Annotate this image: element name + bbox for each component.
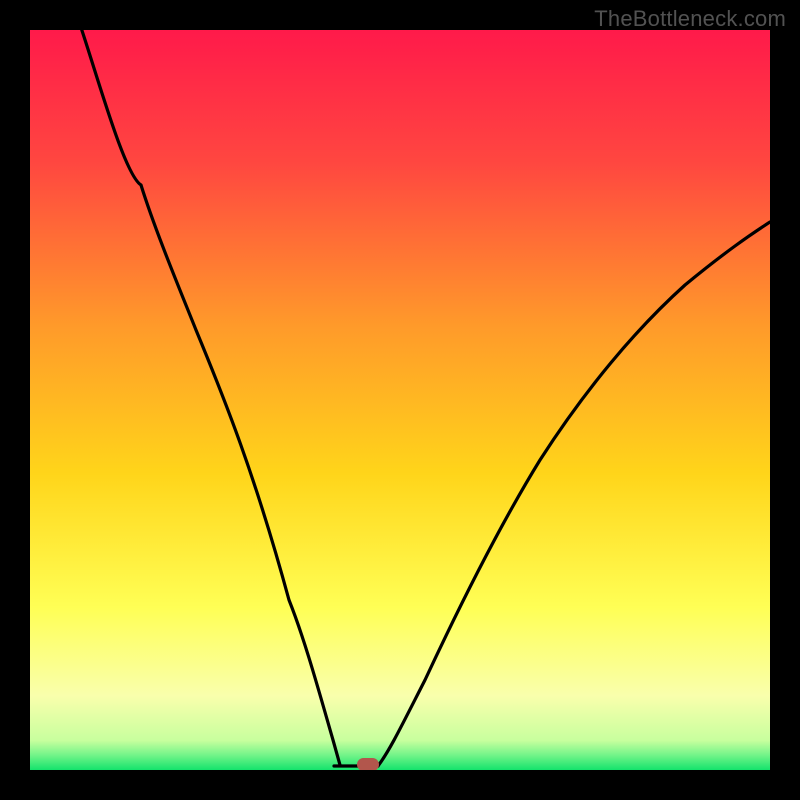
chart-frame: TheBottleneck.com: [0, 0, 800, 800]
gradient-background: [30, 30, 770, 770]
watermark-text: TheBottleneck.com: [594, 6, 786, 32]
plot-svg: [30, 30, 770, 770]
plot-area: [30, 30, 770, 770]
valley-marker: [357, 758, 379, 770]
